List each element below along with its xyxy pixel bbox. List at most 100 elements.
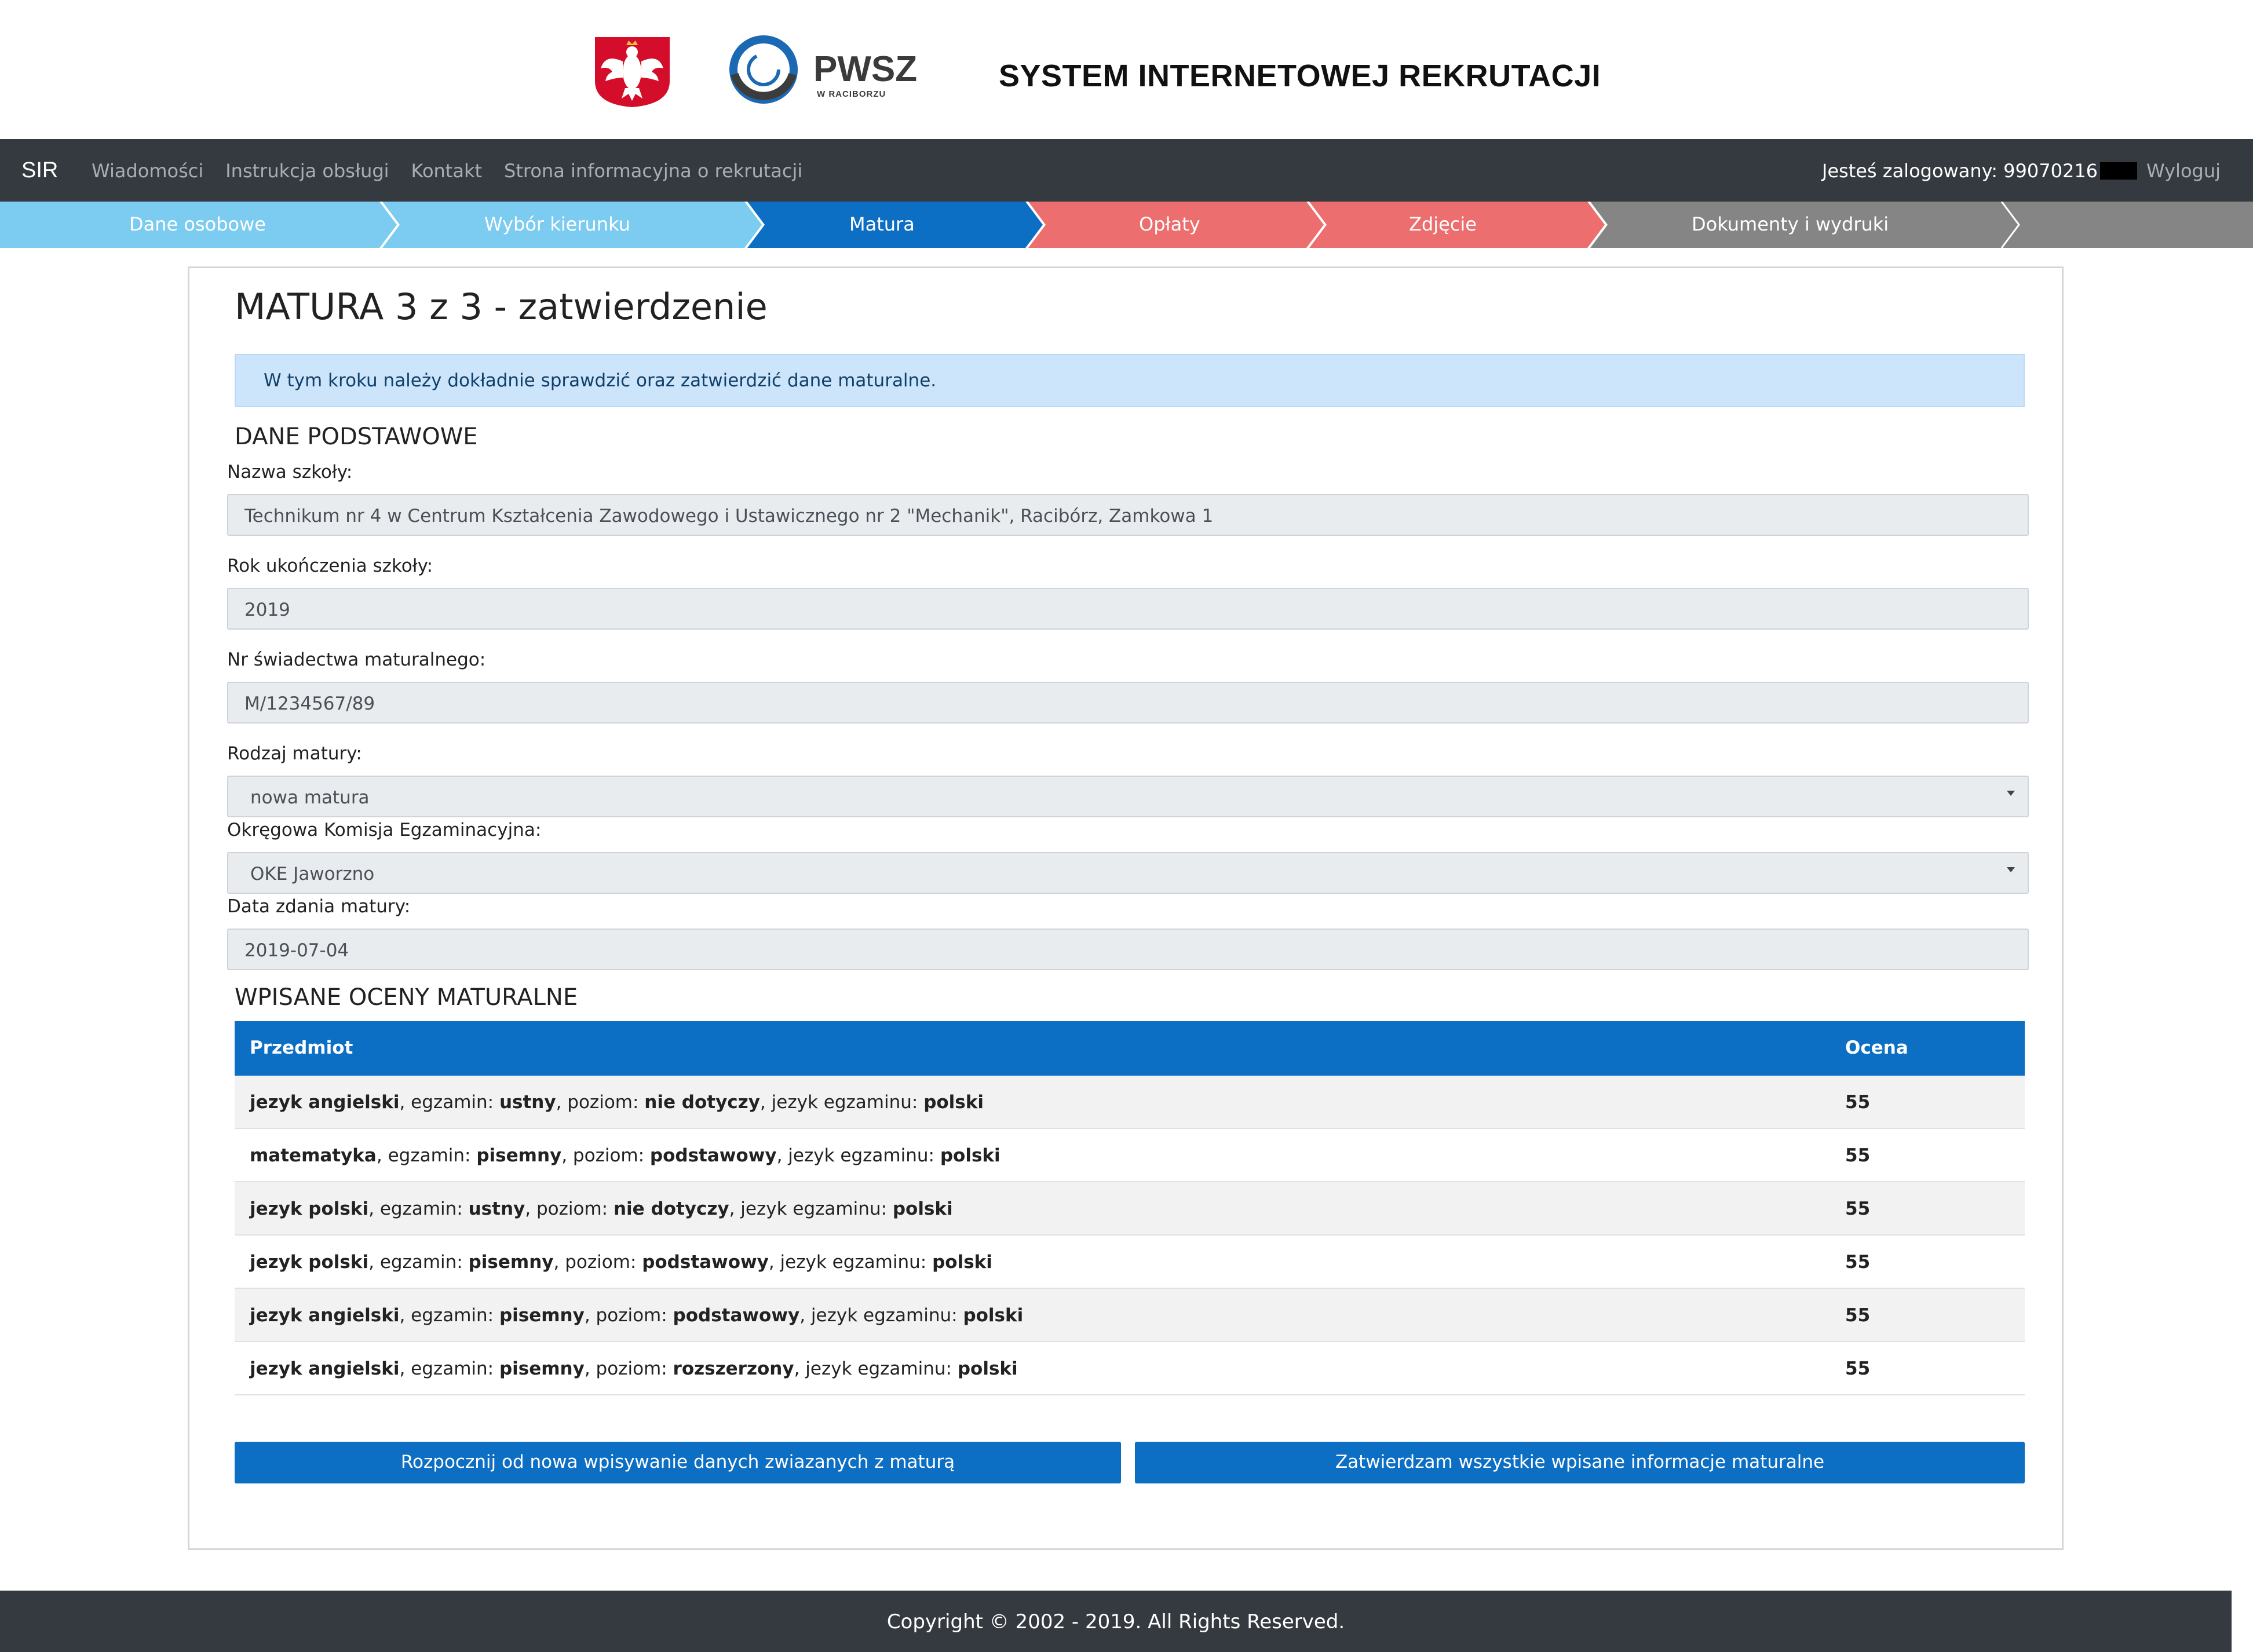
level-prefix: , poziom: <box>556 1092 645 1113</box>
language-prefix: , jezyk egzaminu: <box>768 1252 933 1273</box>
top-navbar: SIR Wiadomości Instrukcja obsługi Kontak… <box>0 139 2253 202</box>
nav-link-manual[interactable]: Instrukcja obsługi <box>225 160 389 182</box>
subject-cell: jezyk polski, egzamin: ustny, poziom: ni… <box>250 1198 953 1219</box>
level-prefix: , poziom: <box>525 1198 614 1219</box>
exam-type: pisemny <box>499 1305 585 1326</box>
table-body: jezyk angielski, egzamin: ustny, poziom:… <box>235 1076 2025 1395</box>
exam-board-label: Okręgowa Komisja Egzaminacyjna: <box>227 820 542 840</box>
graduation-year-value: 2019 <box>244 600 290 620</box>
chevron-down-icon <box>2007 791 2015 796</box>
step-shape-documents <box>1590 202 2253 248</box>
grade-cell: 55 <box>1845 1358 1871 1379</box>
steps-background <box>0 202 2253 248</box>
grade-cell: 55 <box>1845 1198 1871 1219</box>
graduation-year-field: 2019 <box>227 588 2029 630</box>
level-prefix: , poziom: <box>561 1145 650 1166</box>
table-row: jezyk angielski, egzamin: pisemny, pozio… <box>235 1342 2025 1395</box>
confirm-matura-button[interactable]: Zatwierdzam wszystkie wpisane informacje… <box>1135 1442 2025 1483</box>
exam-language: polski <box>932 1252 992 1273</box>
restart-matura-button[interactable]: Rozpocznij od nowa wpisywanie danych zwi… <box>235 1442 1121 1483</box>
exam-level: podstawowy <box>642 1252 769 1273</box>
subject-name: matematyka <box>250 1145 377 1166</box>
subject-name: jezyk polski <box>250 1252 369 1273</box>
exam-language: polski <box>940 1145 1000 1166</box>
exam-level: nie dotyczy <box>613 1198 729 1219</box>
table-row: jezyk polski, egzamin: pisemny, poziom: … <box>235 1236 2025 1289</box>
subject-name: jezyk angielski <box>250 1092 400 1113</box>
grade-cell: 55 <box>1845 1145 1871 1166</box>
school-name-label: Nazwa szkoły: <box>227 462 353 483</box>
exam-board-select[interactable]: OKE Jaworzno <box>227 852 2029 894</box>
exam-type: pisemny <box>476 1145 562 1166</box>
page-footer: Copyright © 2002 - 2019. All Rights Rese… <box>0 1591 2232 1652</box>
nav-link-messages[interactable]: Wiadomości <box>92 160 203 182</box>
exam-date-value: 2019-07-04 <box>244 940 349 961</box>
table-header: Przedmiot Ocena <box>235 1021 2025 1076</box>
step-payments[interactable]: Opłaty <box>1139 213 1200 235</box>
exam-type: pisemny <box>468 1252 554 1273</box>
navbar-user-area: Jesteś zalogowany: 99070216 Wyloguj <box>1822 160 2221 182</box>
info-alert-text: W tym kroku należy dokładnie sprawdzić o… <box>264 370 937 391</box>
level-prefix: , poziom: <box>553 1252 642 1273</box>
exam-language: polski <box>923 1092 984 1113</box>
exam-prefix: , egzamin: <box>399 1092 499 1113</box>
nav-link-contact[interactable]: Kontakt <box>411 160 482 182</box>
language-prefix: , jezyk egzaminu: <box>799 1305 963 1326</box>
school-name-value: Technikum nr 4 w Centrum Kształcenia Zaw… <box>244 506 1214 527</box>
step-documents[interactable]: Dokumenty i wydruki <box>1692 213 1889 235</box>
step-photo[interactable]: Zdjęcie <box>1409 213 1477 235</box>
navbar-links: Wiadomości Instrukcja obsługi Kontakt St… <box>92 160 802 182</box>
page-title: MATURA 3 z 3 - zatwierdzenie <box>235 286 768 328</box>
exam-prefix: , egzamin: <box>399 1358 499 1379</box>
nav-link-info-page[interactable]: Strona informacyjna o rekrutacji <box>504 160 802 182</box>
exam-prefix: , egzamin: <box>368 1252 469 1273</box>
language-prefix: , jezyk egzaminu: <box>729 1198 893 1219</box>
table-row: matematyka, egzamin: pisemny, poziom: po… <box>235 1129 2025 1182</box>
progress-steps: Dane osobowe Wybór kierunku Matura Opłat… <box>0 202 2253 248</box>
table-row: jezyk angielski, egzamin: ustny, poziom:… <box>235 1076 2025 1129</box>
school-name-field: Technikum nr 4 w Centrum Kształcenia Zaw… <box>227 494 2029 536</box>
matura-type-value: nowa matura <box>250 787 370 808</box>
matura-card: MATURA 3 z 3 - zatwierdzenie W tym kroku… <box>188 266 2064 1550</box>
table-row: jezyk polski, egzamin: ustny, poziom: ni… <box>235 1182 2025 1236</box>
exam-board-value: OKE Jaworzno <box>250 864 375 885</box>
grade-cell: 55 <box>1845 1252 1871 1273</box>
redacted-block <box>2100 162 2138 180</box>
chevron-down-icon <box>2007 867 2015 872</box>
level-prefix: , poziom: <box>584 1358 673 1379</box>
step-personal-data[interactable]: Dane osobowe <box>129 213 266 235</box>
exam-type: ustny <box>468 1198 525 1219</box>
table-row: jezyk angielski, egzamin: pisemny, pozio… <box>235 1289 2025 1342</box>
language-prefix: , jezyk egzaminu: <box>776 1145 940 1166</box>
exam-language: polski <box>963 1305 1024 1326</box>
graduation-year-label: Rok ukończenia szkoły: <box>227 555 433 576</box>
grades-heading: WPISANE OCENY MATURALNE <box>235 984 578 1011</box>
pwsz-logo-text: PWSZ <box>813 49 918 89</box>
subject-cell: jezyk angielski, egzamin: pisemny, pozio… <box>250 1305 1023 1326</box>
pwsz-logo-subtext: W RACIBORZU <box>817 89 886 99</box>
certificate-number-value: M/1234567/89 <box>244 693 375 714</box>
exam-level: rozszerzony <box>673 1358 794 1379</box>
column-header-subject: Przedmiot <box>250 1037 353 1058</box>
step-course-choice[interactable]: Wybór kierunku <box>484 213 630 235</box>
grade-cell: 55 <box>1845 1092 1871 1113</box>
language-prefix: , jezyk egzaminu: <box>759 1092 924 1113</box>
certificate-number-label: Nr świadectwa maturalnego: <box>227 649 486 670</box>
matura-type-label: Rodzaj matury: <box>227 743 362 764</box>
exam-level: podstawowy <box>649 1145 777 1166</box>
matura-type-select[interactable]: nowa matura <box>227 776 2029 817</box>
grade-cell: 55 <box>1845 1305 1871 1326</box>
navbar-brand[interactable]: SIR <box>21 158 58 183</box>
exam-date-label: Data zdania matury: <box>227 896 411 917</box>
subject-cell: jezyk angielski, egzamin: pisemny, pozio… <box>250 1358 1018 1379</box>
step-matura[interactable]: Matura <box>849 213 915 235</box>
exam-level: podstawowy <box>673 1305 800 1326</box>
exam-prefix: , egzamin: <box>399 1305 499 1326</box>
exam-level: nie dotyczy <box>644 1092 760 1113</box>
subject-cell: matematyka, egzamin: pisemny, poziom: po… <box>250 1145 1000 1166</box>
site-title: SYSTEM INTERNETOWEJ REKRUTACJI <box>999 59 1601 93</box>
logout-link[interactable]: Wyloguj <box>2146 160 2221 182</box>
page-header: PWSZ W RACIBORZU SYSTEM INTERNETOWEJ REK… <box>0 0 2253 139</box>
exam-prefix: , egzamin: <box>368 1198 469 1219</box>
column-header-grade: Ocena <box>1845 1037 1908 1058</box>
